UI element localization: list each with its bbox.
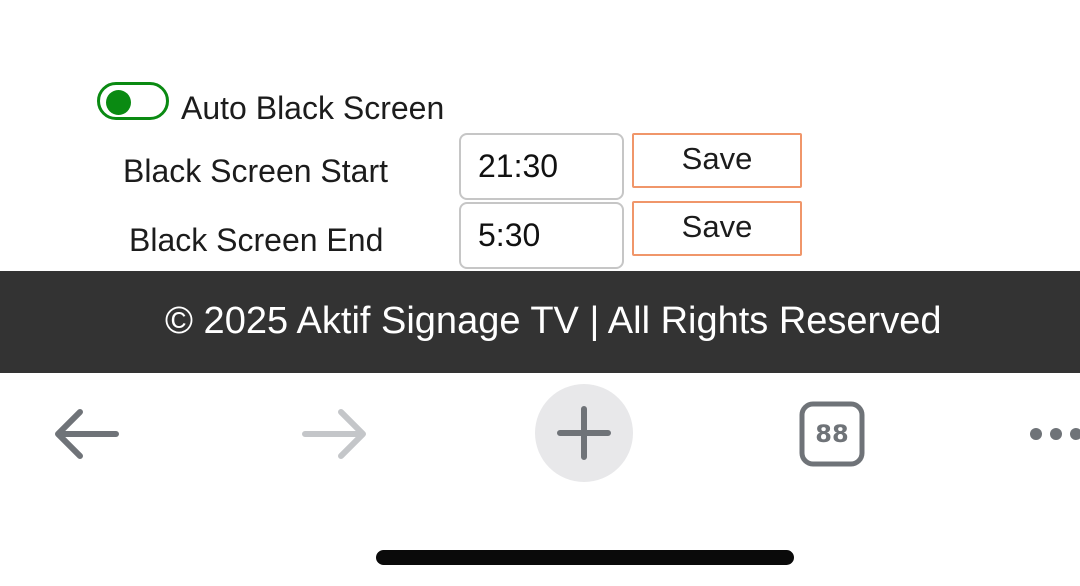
black-screen-start-label: Black Screen Start	[123, 153, 388, 189]
black-screen-start-input[interactable]	[459, 133, 624, 200]
tab-count: 88	[815, 420, 849, 448]
toggle-knob	[106, 90, 131, 115]
save-end-button[interactable]: Save	[632, 201, 802, 256]
page: Auto Black Screen Black Screen Start Sav…	[0, 0, 1080, 586]
copyright-text: © 2025 Aktif Signage TV | All Rights Res…	[165, 300, 942, 342]
plus-icon	[557, 406, 611, 460]
auto-black-screen-toggle[interactable]	[97, 82, 169, 120]
black-screen-end-input[interactable]	[459, 202, 624, 269]
more-button[interactable]	[1027, 423, 1080, 445]
save-start-button[interactable]: Save	[632, 133, 802, 188]
arrow-right-icon[interactable]	[301, 407, 369, 466]
more-dots-icon	[1030, 428, 1080, 440]
home-indicator	[376, 550, 794, 565]
new-tab-button[interactable]	[535, 384, 633, 482]
footer: © 2025 Aktif Signage TV | All Rights Res…	[0, 271, 1080, 373]
tabs-button[interactable]: 88	[799, 401, 865, 467]
black-screen-end-label: Black Screen End	[129, 222, 384, 258]
arrow-left-icon[interactable]	[52, 407, 120, 466]
auto-black-screen-label: Auto Black Screen	[181, 90, 445, 126]
